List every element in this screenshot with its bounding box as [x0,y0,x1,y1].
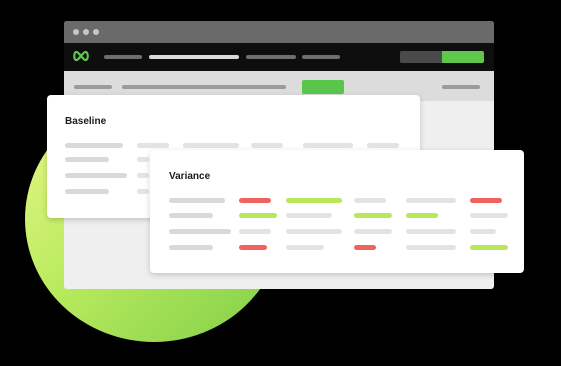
table-cell [406,198,456,203]
table-cell [65,173,127,178]
nav-item[interactable] [246,55,296,59]
table-cell [286,229,342,234]
table-cell [183,143,239,148]
view-toggle-active[interactable] [442,51,484,63]
table-cell [286,245,324,250]
variance-negative [470,198,502,203]
view-toggle[interactable] [400,51,484,63]
table-cell [251,143,283,148]
table-cell [137,143,169,148]
variance-card: Variance [150,150,524,273]
nav-item-active[interactable] [149,55,239,59]
table-cell [169,213,213,218]
nav-item[interactable] [302,55,340,59]
table-cell [239,229,271,234]
window-titlebar [64,21,494,43]
table-cell [354,229,392,234]
variance-positive [406,213,438,218]
variance-negative [239,245,267,250]
table-cell [367,143,399,148]
table-cell [65,189,109,194]
top-navbar [64,43,494,71]
nav-item[interactable] [104,55,142,59]
table-cell [406,245,456,250]
table-cell [169,198,225,203]
table-cell [65,143,123,148]
toolbar-item[interactable] [122,85,286,89]
table-cell [137,189,149,194]
variance-positive [239,213,277,218]
variance-positive [286,198,342,203]
table-cell [169,245,213,250]
baseline-title: Baseline [65,116,107,127]
table-cell [354,198,386,203]
window-control-dot[interactable] [93,29,99,35]
table-cell [470,229,496,234]
table-cell [406,229,456,234]
table-cell [137,173,149,178]
variance-title: Variance [169,171,211,182]
primary-button[interactable] [302,80,344,94]
window-control-dot[interactable] [73,29,79,35]
variance-negative [239,198,271,203]
table-cell [470,213,508,218]
toolbar-item[interactable] [74,85,112,89]
window-control-dot[interactable] [83,29,89,35]
toolbar-item[interactable] [442,85,480,89]
table-cell [137,157,149,162]
variance-positive [354,213,392,218]
table-cell [65,157,109,162]
table-cell [169,229,231,234]
variance-negative [354,245,376,250]
variance-positive [470,245,508,250]
table-cell [303,143,353,148]
table-cell [286,213,332,218]
infinity-logo-icon [73,50,89,62]
